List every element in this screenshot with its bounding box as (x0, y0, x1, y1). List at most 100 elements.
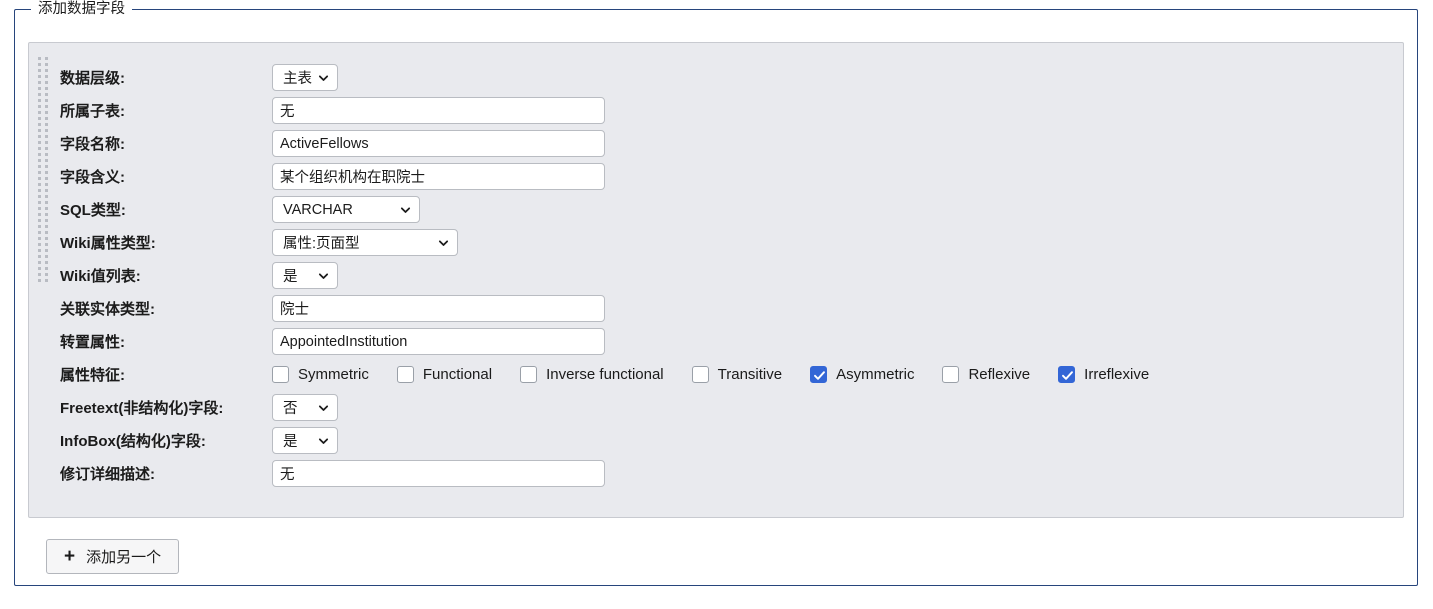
grip-dot-row (38, 81, 51, 84)
checkbox-unchecked-icon[interactable] (272, 366, 289, 383)
form-row: Wiki值列表: 是 (60, 259, 1397, 292)
grip-dot-row (38, 75, 51, 78)
add-data-field-fieldset: 添加数据字段 数据层级: 主表所属子表: 字段名称: 字段含义: SQL类型: VARCH… (14, 0, 1418, 586)
drag-handle-grip[interactable] (38, 52, 51, 508)
checkbox-checked-icon[interactable] (810, 366, 828, 383)
grip-dot (38, 207, 41, 210)
text-input-转置属性[interactable] (272, 328, 605, 355)
grip-dot (45, 207, 48, 210)
grip-dot-row (38, 129, 51, 132)
text-input-所属子表[interactable] (272, 97, 605, 124)
grip-dot (38, 81, 41, 84)
chevron-down-icon (318, 404, 329, 411)
grip-dot (45, 249, 48, 252)
form-row: 关联实体类型: (60, 292, 1397, 325)
add-another-label: 添加另一个 (86, 549, 162, 566)
grip-dot (38, 147, 41, 150)
select-Wiki属性类型[interactable]: 属性:页面型 (272, 229, 458, 256)
checkbox-irreflexive[interactable]: Irreflexive (1058, 366, 1149, 383)
grip-dot (38, 279, 41, 282)
field-label: 字段含义: (60, 169, 125, 186)
grip-dot (45, 225, 48, 228)
grip-dot (38, 189, 41, 192)
checkbox-asymmetric[interactable]: Asymmetric (810, 366, 914, 383)
grip-dot-row (38, 225, 51, 228)
grip-dot-row (38, 237, 51, 240)
checkbox-label: Inverse functional (546, 366, 664, 383)
checkbox-reflexive[interactable]: Reflexive (942, 366, 1030, 383)
grip-dot (45, 147, 48, 150)
grip-dot-row (38, 57, 51, 60)
checkbox-unchecked-icon[interactable] (691, 366, 709, 383)
select-Wiki值列表[interactable]: 是 (272, 262, 338, 289)
text-input-修订详细描述[interactable] (272, 460, 605, 487)
field-label: 数据层级: (60, 70, 125, 87)
grip-dot (45, 87, 48, 90)
form-row: 字段名称: (60, 127, 1397, 160)
grip-dot (45, 165, 48, 168)
checkbox-functional[interactable]: Functional (396, 366, 492, 383)
grip-dot (38, 177, 41, 180)
grip-dot (38, 219, 41, 222)
field-form-panel: 数据层级: 主表所属子表: 字段名称: 字段含义: SQL类型: VARCHAR Wiki属… (28, 42, 1404, 518)
grip-dot (38, 201, 41, 204)
form-row: Wiki属性类型: 属性:页面型 (60, 226, 1397, 259)
grip-dot-row (38, 243, 51, 246)
grip-dot (45, 99, 48, 102)
grip-dot (38, 255, 41, 258)
grip-dot (45, 213, 48, 216)
grip-dot (45, 69, 48, 72)
select-InfoBox结构化字段[interactable]: 是 (272, 427, 338, 454)
check-icon (814, 371, 826, 380)
grip-dot (38, 111, 41, 114)
check-icon (1062, 371, 1074, 380)
grip-dot-row (38, 261, 51, 264)
grip-dot (45, 93, 48, 96)
grip-dot (45, 111, 48, 114)
field-label: Wiki值列表: (60, 268, 141, 285)
checkbox-symmetric[interactable]: Symmetric (272, 366, 369, 383)
chevron-down-icon (318, 437, 329, 444)
select-Freetext非结构化字段[interactable]: 否 (272, 394, 338, 421)
grip-dot (38, 75, 41, 78)
grip-dot-row (38, 231, 51, 234)
select-数据层级[interactable]: 主表 (272, 64, 338, 91)
grip-dot (38, 171, 41, 174)
chevron-down-icon (318, 74, 329, 81)
text-input-关联实体类型[interactable] (272, 295, 605, 322)
grip-dot-row (38, 171, 51, 174)
form-row: InfoBox(结构化)字段: 是 (60, 424, 1397, 457)
checkbox-unchecked-icon[interactable] (396, 366, 414, 383)
grip-dot (45, 153, 48, 156)
grip-dot-row (38, 99, 51, 102)
add-another-button[interactable]: + 添加另一个 (46, 539, 180, 574)
grip-dot (38, 249, 41, 252)
grip-dot (38, 231, 41, 234)
grip-dot (45, 81, 48, 84)
grip-dot (38, 243, 41, 246)
field-label: 修订详细描述: (60, 466, 155, 483)
checkbox-unchecked-icon[interactable] (942, 366, 960, 383)
grip-dot-row (38, 189, 51, 192)
field-rows-container: 数据层级: 主表所属子表: 字段名称: 字段含义: SQL类型: VARCHAR Wiki属… (60, 61, 1397, 511)
form-row: 修订详细描述: (60, 457, 1397, 490)
grip-dot (38, 267, 41, 270)
grip-dot (45, 117, 48, 120)
checkbox-unchecked-icon[interactable] (520, 366, 538, 383)
grip-dot (38, 105, 41, 108)
select-value: 主表 (283, 71, 312, 87)
checkbox-label: Symmetric (298, 366, 369, 383)
text-input-字段含义[interactable] (272, 163, 605, 190)
grip-dot (45, 141, 48, 144)
grip-dot (38, 213, 41, 216)
property-characteristics-group: Symmetric Functional Inverse functional Tra… (272, 366, 1149, 383)
grip-dot-row (38, 123, 51, 126)
grip-dot-row (38, 153, 51, 156)
checkbox-inverse-functional[interactable]: Inverse functional (520, 366, 664, 383)
grip-dot-row (38, 111, 51, 114)
text-input-字段名称[interactable] (272, 130, 605, 157)
checkbox-transitive[interactable]: Transitive (691, 366, 782, 383)
checkbox-checked-icon[interactable] (1058, 366, 1076, 383)
select-SQL类型[interactable]: VARCHAR (272, 196, 420, 223)
grip-dot-row (38, 117, 51, 120)
